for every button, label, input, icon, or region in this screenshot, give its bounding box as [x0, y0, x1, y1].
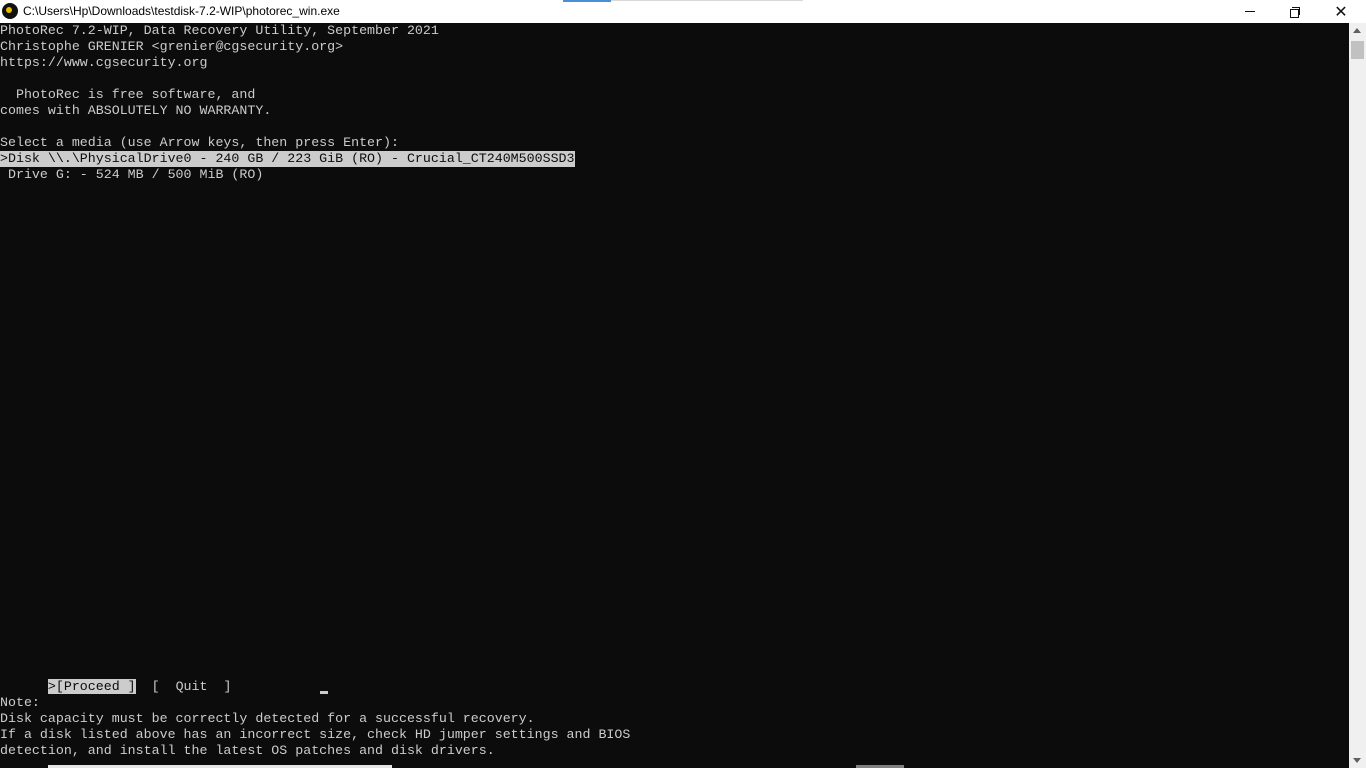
restore-icon	[1290, 6, 1300, 18]
scroll-thumb[interactable]	[1351, 41, 1364, 59]
media-item-drive-g[interactable]: Drive G: - 524 MB / 500 MiB (RO)	[0, 167, 263, 183]
console-window: C:\Users\Hp\Downloads\testdisk-7.2-WIP\p…	[0, 0, 1366, 768]
media-item-physicaldrive0[interactable]: >Disk \\.\PhysicalDrive0 - 240 GB / 223 …	[0, 151, 575, 167]
select-media-prompt: Select a media (use Arrow keys, then pre…	[0, 135, 399, 150]
note-heading: Note:	[0, 695, 40, 710]
window-title: C:\Users\Hp\Downloads\testdisk-7.2-WIP\p…	[23, 4, 340, 18]
proceed-button[interactable]: >[Proceed ]	[47, 679, 136, 694]
title-bar[interactable]: C:\Users\Hp\Downloads\testdisk-7.2-WIP\p…	[0, 0, 1366, 23]
console-output: PhotoRec 7.2-WIP, Data Recovery Utility,…	[0, 23, 1349, 768]
note-line: detection, and install the latest OS pat…	[0, 743, 495, 758]
scroll-up-icon[interactable]	[1353, 28, 1361, 33]
action-bar: >[Proceed ] [ Quit ]	[0, 663, 231, 694]
close-button[interactable]: ✕	[1318, 0, 1364, 23]
note-line: Disk capacity must be correctly detected…	[0, 711, 535, 726]
header-line: PhotoRec 7.2-WIP, Data Recovery Utility,…	[0, 23, 439, 38]
close-icon: ✕	[1334, 1, 1348, 21]
warranty-line: comes with ABSOLUTELY NO WARRANTY.	[0, 103, 272, 118]
top-divider-line	[611, 0, 803, 1]
website-line: https://www.cgsecurity.org	[0, 55, 208, 70]
minimize-icon	[1245, 11, 1255, 12]
text-cursor	[320, 691, 328, 694]
restore-button[interactable]	[1272, 0, 1318, 23]
license-line: PhotoRec is free software, and	[0, 87, 256, 102]
minimize-button[interactable]	[1227, 0, 1273, 23]
scroll-down-icon[interactable]	[1353, 758, 1361, 763]
vertical-scrollbar[interactable]	[1349, 23, 1366, 768]
photorec-app-icon	[2, 3, 18, 19]
note-line: If a disk listed above has an incorrect …	[0, 727, 631, 742]
quit-button[interactable]: [ Quit ]	[152, 679, 232, 694]
author-line: Christophe GRENIER <grenier@cgsecurity.o…	[0, 39, 344, 54]
top-accent-line	[563, 0, 611, 2]
